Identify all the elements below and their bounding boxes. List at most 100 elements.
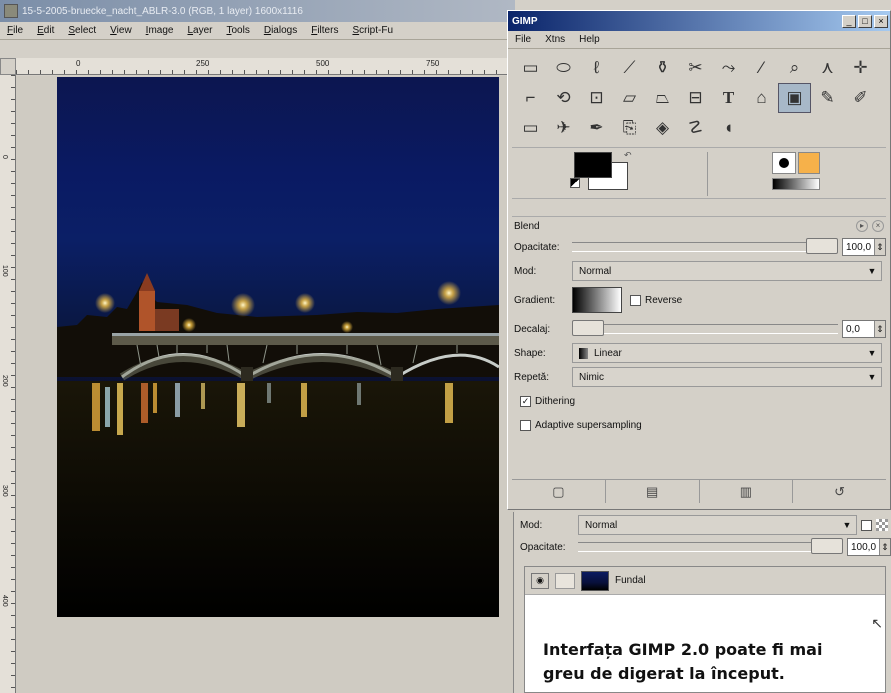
shape-dropdown-value: Linear xyxy=(594,347,622,359)
reverse-checkbox[interactable] xyxy=(630,294,641,306)
maximize-button[interactable]: □ xyxy=(858,14,872,28)
image-menu-item[interactable]: Image xyxy=(139,25,181,36)
toolbox-title: GIMP xyxy=(512,15,538,27)
image-menu-item[interactable]: Script-Fu xyxy=(345,25,400,36)
gradient-selector-button[interactable] xyxy=(572,287,622,313)
panel-menu-icon[interactable]: ▸ xyxy=(856,220,868,232)
color-picker-icon[interactable]: ⁄ xyxy=(745,53,778,83)
brush-preview[interactable] xyxy=(772,152,796,174)
image-menubar: File Edit Select View Image Layer Tools Dialogs… xyxy=(0,22,515,40)
image-menu-item[interactable]: Filters xyxy=(304,25,345,36)
adaptive-supersampling-checkbox[interactable] xyxy=(520,419,531,431)
restore-options-icon[interactable]: ▤ xyxy=(606,480,700,503)
ellipse-select-icon[interactable]: ⬭ xyxy=(547,53,580,83)
image-menu-item[interactable]: Layer xyxy=(180,25,219,36)
tool-options-buttons: ▢ ▤ ▥ ↺ xyxy=(512,479,886,503)
layer-opacity-spinbutton[interactable]: 100,0 xyxy=(847,538,891,556)
lasso-icon[interactable]: ℓ xyxy=(580,53,613,83)
image-menu-item[interactable]: Dialogs xyxy=(257,25,304,36)
measure-icon[interactable]: ⋏ xyxy=(811,53,844,83)
zoom-icon[interactable]: ⌕ xyxy=(778,53,811,83)
tool-grid: ▭ ⬭ ℓ ⟋ ⚱ ✂ ⤳ ⁄ ⌕ ⋏ ✛ ⌐ ⟲ ⊡ ⏥ ⏢ ⊟ T ⌂ ▣ ✎ ✐ ▭ ✈ ✒ ⎘ ◈ ☡ ◖ xyxy=(508,49,890,145)
airbrush-icon[interactable]: ✈ xyxy=(547,113,580,143)
move-icon[interactable]: ✛ xyxy=(844,53,877,83)
opacity-slider[interactable] xyxy=(572,238,838,254)
canvas-image-night-bridge[interactable] xyxy=(57,77,499,617)
minimize-button[interactable]: _ xyxy=(842,14,856,28)
mode-dropdown[interactable]: Normal ▼ xyxy=(572,261,882,281)
gimp-app-icon xyxy=(4,4,18,18)
ruler-corner-button[interactable] xyxy=(0,58,16,75)
save-options-icon[interactable]: ▢ xyxy=(512,480,606,503)
ruler-tick-label: 750 xyxy=(426,59,440,68)
mode-dropdown-value: Normal xyxy=(579,265,612,277)
offset-spinbutton[interactable]: 0,0 xyxy=(842,320,886,338)
offset-row: Decalaj: 0,0 xyxy=(512,317,886,341)
layer-opacity-label: Opacitate: xyxy=(520,541,566,553)
chain-icon[interactable] xyxy=(555,572,575,589)
scissors-icon[interactable]: ✂ xyxy=(679,53,712,83)
crop-icon[interactable]: ⌐ xyxy=(514,83,547,113)
vertical-ruler[interactable]: 0100200300400500 xyxy=(0,75,16,693)
eraser-icon[interactable]: ▭ xyxy=(514,113,547,143)
close-button[interactable]: × xyxy=(874,14,888,28)
dodge-burn-icon[interactable]: ◖ xyxy=(712,113,745,143)
image-menu-item[interactable]: View xyxy=(103,25,139,36)
toolbox-menu-item[interactable]: File xyxy=(508,34,538,45)
offset-slider-handle[interactable] xyxy=(572,320,604,336)
convolve-icon[interactable]: ◈ xyxy=(646,113,679,143)
offset-slider[interactable] xyxy=(572,320,838,336)
reverse-label: Reverse xyxy=(645,294,683,306)
transparency-icon xyxy=(876,519,888,531)
toolbox-menu-item[interactable]: Xtns xyxy=(538,34,572,45)
color-select-icon[interactable]: ⚱ xyxy=(646,53,679,83)
pattern-preview[interactable] xyxy=(798,152,820,174)
pencil-icon[interactable]: ✎ xyxy=(811,83,844,113)
ruler-tick-label: 200 xyxy=(1,375,8,387)
horizontal-ruler[interactable]: 0 250 500 750 xyxy=(16,58,515,75)
default-colors-icon[interactable] xyxy=(570,178,580,188)
keep-transparency-checkbox[interactable] xyxy=(861,519,872,531)
shear-icon[interactable]: ⏥ xyxy=(613,83,646,113)
dithering-checkbox[interactable]: ✓ xyxy=(520,395,531,407)
paintbrush-icon[interactable]: ✐ xyxy=(844,83,877,113)
eye-icon[interactable]: ◉ xyxy=(531,572,549,589)
toolbox-menu-item[interactable]: Help xyxy=(572,34,607,45)
image-menu-item[interactable]: File xyxy=(0,25,30,36)
rotate-icon[interactable]: ⟲ xyxy=(547,83,580,113)
delete-options-icon[interactable]: ▥ xyxy=(700,480,794,503)
opacity-label: Opacitate: xyxy=(514,241,560,253)
image-window-titlebar[interactable]: 15-5-2005-bruecke_nacht_ABLR-3.0 (RGB, 1… xyxy=(0,0,515,22)
text-icon[interactable]: T xyxy=(712,83,745,113)
layer-row[interactable]: ◉ Fundal xyxy=(525,567,885,595)
layer-opacity-handle[interactable] xyxy=(811,538,843,554)
image-menu-item[interactable]: Select xyxy=(61,25,103,36)
image-menu-item[interactable]: Tools xyxy=(219,25,256,36)
opacity-spinbutton[interactable]: 100,0 xyxy=(842,238,886,256)
ink-icon[interactable]: ✒ xyxy=(580,113,613,143)
toolbox-titlebar[interactable]: GIMP _ □ × xyxy=(508,11,890,31)
panel-close-icon[interactable]: × xyxy=(872,220,884,232)
rect-select-icon[interactable]: ▭ xyxy=(514,53,547,83)
foreground-color-swatch[interactable] xyxy=(574,152,612,178)
ruler-tick-label: 400 xyxy=(1,595,8,607)
flip-icon[interactable]: ⊟ xyxy=(679,83,712,113)
layer-mode-dropdown[interactable]: Normal ▼ xyxy=(578,515,857,535)
reset-options-icon[interactable]: ↺ xyxy=(793,480,886,503)
opacity-slider-handle[interactable] xyxy=(806,238,838,254)
scale-icon[interactable]: ⊡ xyxy=(580,83,613,113)
layer-opacity-slider[interactable] xyxy=(578,538,843,554)
gradient-preview[interactable] xyxy=(772,178,820,190)
image-menu-item[interactable]: Edit xyxy=(30,25,61,36)
clone-icon[interactable]: ⎘ xyxy=(613,113,646,143)
repeat-dropdown[interactable]: Nimic ▼ xyxy=(572,367,882,387)
paths-icon[interactable]: ⤳ xyxy=(712,53,745,83)
shape-dropdown[interactable]: Linear ▼ xyxy=(572,343,882,363)
bucket-fill-icon[interactable]: ⌂ xyxy=(745,83,778,113)
fuzzy-select-icon[interactable]: ⟋ xyxy=(613,53,646,83)
perspective-icon[interactable]: ⏢ xyxy=(646,83,679,113)
blend-icon[interactable]: ▣ xyxy=(778,83,811,113)
layer-name[interactable]: Fundal xyxy=(615,575,646,586)
swap-colors-icon[interactable]: ↶ xyxy=(624,150,632,161)
smudge-icon[interactable]: ☡ xyxy=(679,113,712,143)
